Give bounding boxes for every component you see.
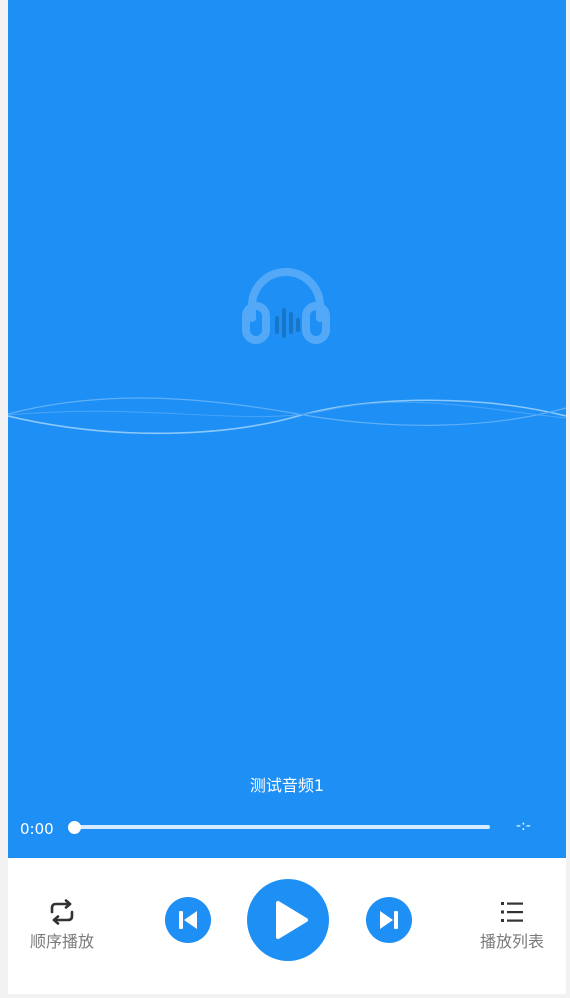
control-bar: 顺序播放 播放列表 xyxy=(8,858,566,994)
playlist-label: 播放列表 xyxy=(479,932,544,951)
headphone-icon xyxy=(242,268,330,344)
current-time: 0:00 xyxy=(20,820,54,838)
previous-track-button[interactable] xyxy=(165,897,211,943)
duration: -:- xyxy=(516,818,531,834)
next-track-button[interactable] xyxy=(366,897,412,943)
track-title: 测试音频1 xyxy=(249,776,325,795)
progress-thumb[interactable] xyxy=(68,821,81,834)
sound-wave xyxy=(8,397,566,435)
play-mode-label: 顺序播放 xyxy=(29,932,94,951)
player-screen: 测试音频1 0:00 -:- 顺序播放 播放列表 xyxy=(8,0,566,994)
player-stage: 测试音频1 0:00 -:- xyxy=(8,0,566,858)
play-icon xyxy=(276,901,308,939)
play-mode-button[interactable]: 顺序播放 xyxy=(22,898,102,952)
playlist-button[interactable]: 播放列表 xyxy=(472,898,552,952)
list-icon xyxy=(501,902,523,922)
play-button[interactable] xyxy=(247,879,329,961)
skip-previous-icon xyxy=(179,911,197,929)
repeat-icon xyxy=(50,899,74,925)
skip-next-icon xyxy=(380,911,398,929)
progress-bar[interactable] xyxy=(74,825,490,829)
